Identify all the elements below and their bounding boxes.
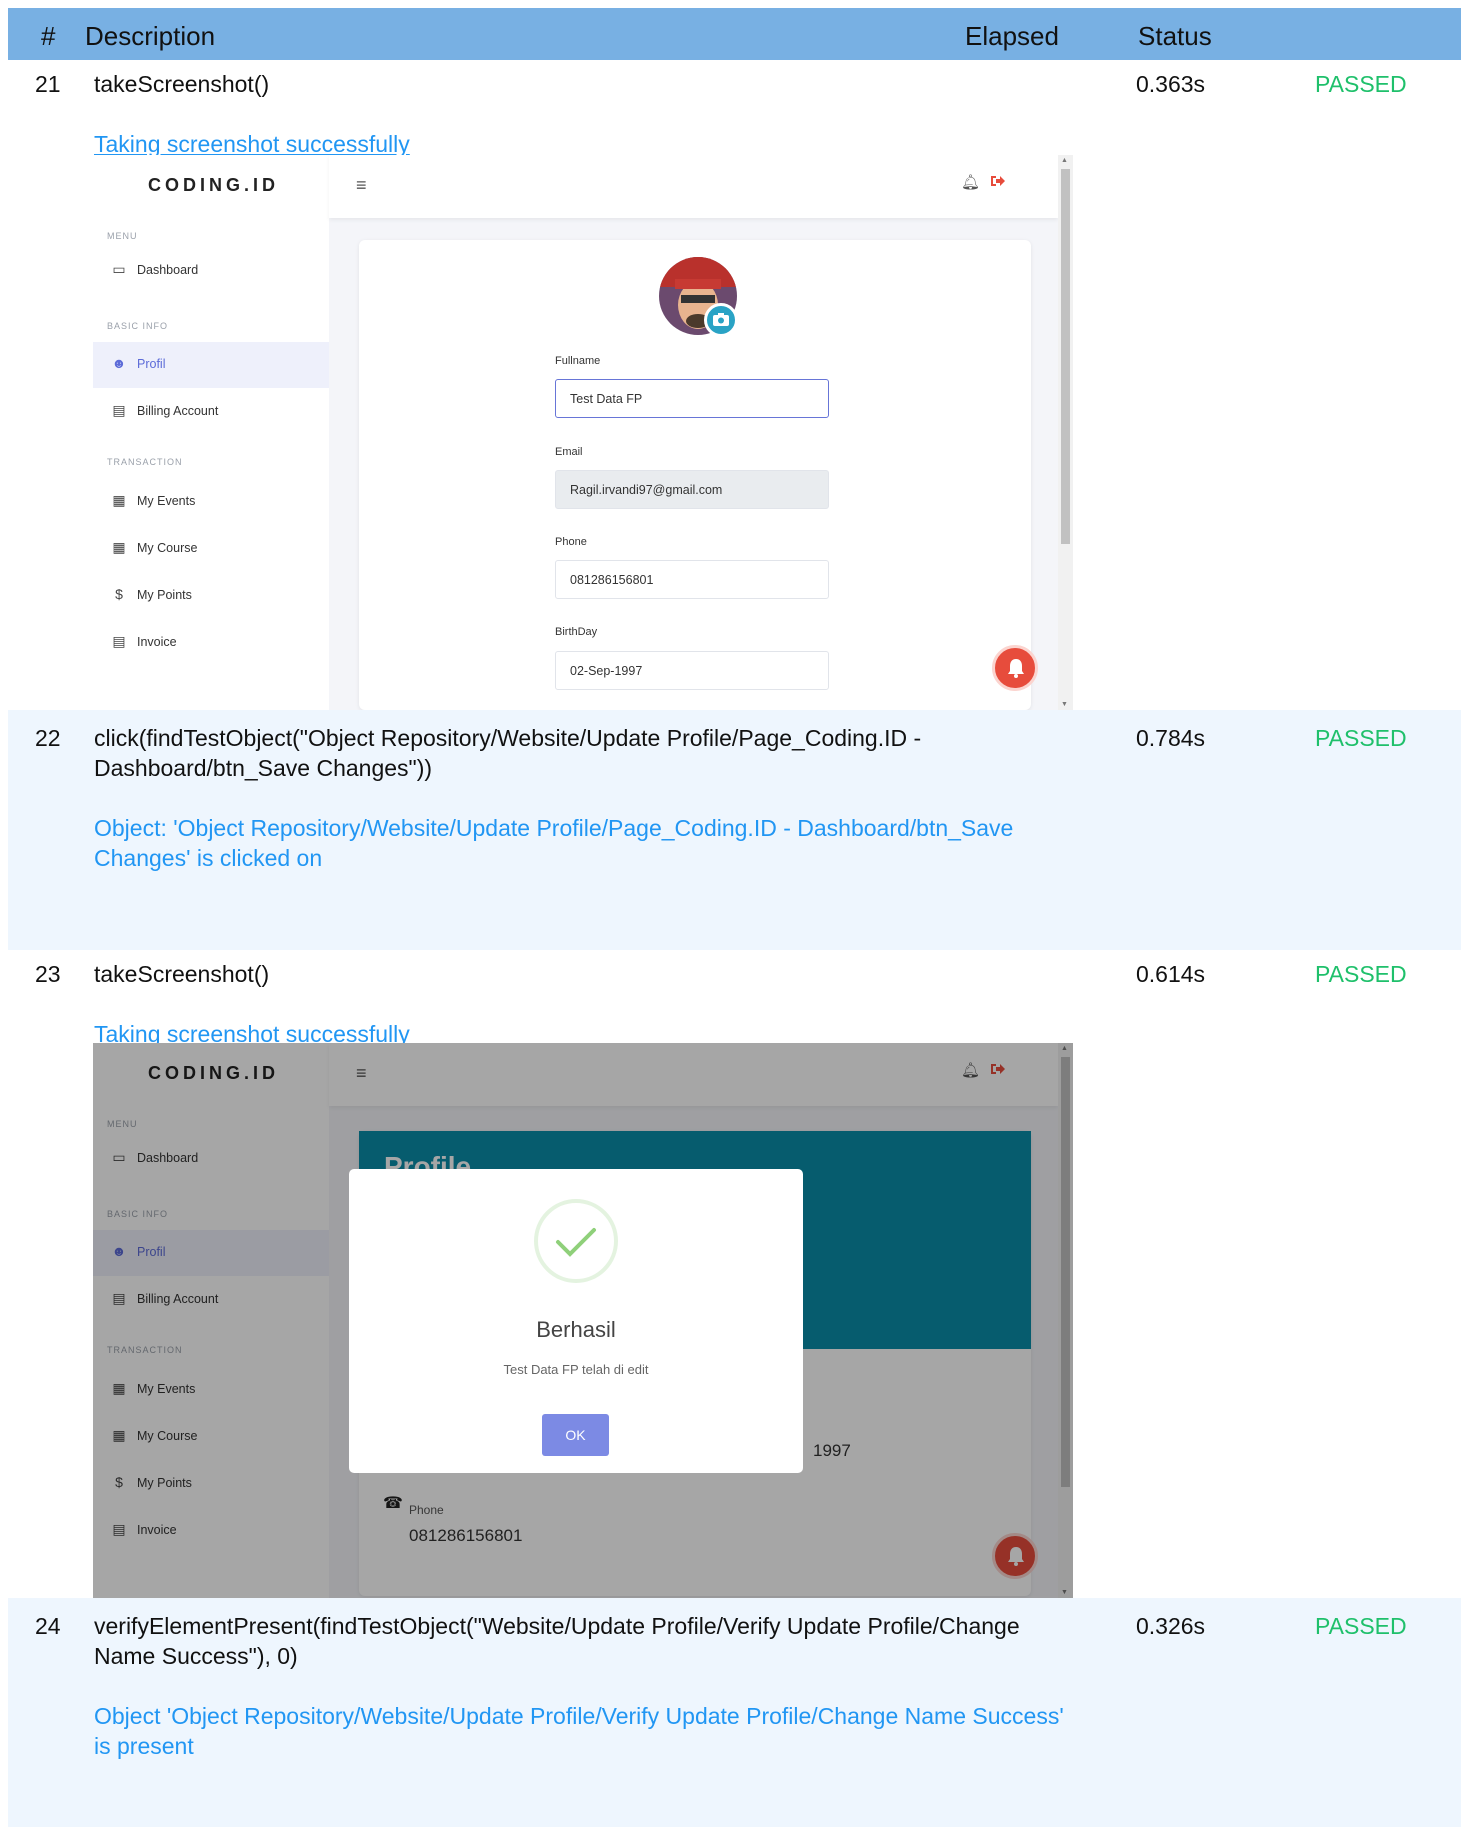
ok-button[interactable]: OK [542,1414,609,1456]
step-number: 23 [35,961,61,987]
step-elapsed: 0.614s [1136,961,1206,987]
change-photo-button[interactable] [704,303,738,337]
success-check-icon [534,1199,618,1283]
logout-icon[interactable] [990,174,1006,188]
bell-icon [1008,659,1024,678]
dollar-icon: $ [115,586,123,602]
modal-message: Test Data FP telah di edit [503,1362,649,1377]
user-icon: ☻ [111,355,127,371]
step-status: PASSED [1315,1613,1407,1639]
app-logo[interactable]: CODING.ID [148,175,279,196]
phone-label: Phone [555,536,587,548]
camera-icon [713,313,729,326]
step-status: PASSED [1315,725,1407,751]
calendar-icon: ▦ [112,539,126,555]
header-num: # [41,21,56,51]
step-description: verifyElementPresent(findTestObject("Web… [94,1613,1020,1669]
header-description: Description [85,21,216,51]
sidebar-item-label: Billing Account [137,404,219,418]
step-elapsed: 0.363s [1136,71,1206,97]
sidebar-item-billing[interactable]: ▤ Billing Account [93,389,329,435]
email-input[interactable]: Ragil.irvandi97@gmail.com [555,470,829,509]
step-row: 24 verifyElementPresent(findTestObject("… [8,1598,1461,1827]
invoice-icon: ▤ [112,633,126,649]
step-description: click(findTestObject("Object Repository/… [94,725,922,781]
menu-toggle-icon[interactable]: ≡ [356,175,367,196]
screenshot-success-modal[interactable]: CODING.ID MENU ▭ Dashboard BASIC INFO ☻ … [93,1043,1073,1598]
fullname-input[interactable]: Test Data FP [555,379,829,418]
sidebar-item-course[interactable]: ▦ My Course [93,526,329,572]
step-description: takeScreenshot() [94,961,270,987]
sidebar-item-events[interactable]: ▦ My Events [93,479,329,525]
sidebar-item-points[interactable]: $ My Points [93,573,329,619]
sidebar-item-label: My Course [137,541,198,555]
sidebar-item-label: Invoice [137,635,177,649]
phone-input[interactable]: 081286156801 [555,560,829,599]
sidebar-item-profil[interactable]: ☻ Profil [93,342,329,388]
step-elapsed: 0.326s [1136,1613,1206,1639]
step-message: Object: 'Object Repository/Website/Updat… [94,815,1014,871]
header-status: Status [1138,21,1212,51]
fullname-label: Fullname [555,355,601,367]
step-elapsed: 0.784s [1136,725,1206,751]
sidebar-item-label: My Points [137,588,192,602]
modal-title: Berhasil [536,1317,616,1342]
sidebar-item-invoice[interactable]: ▤ Invoice [93,620,329,666]
profile-card: Fullname Test Data FP Email Ragil.irvand… [359,240,1031,710]
menu-heading: MENU [107,231,138,241]
sidebar: CODING.ID MENU ▭ Dashboard BASIC INFO ☻ … [93,155,329,710]
alert-bell-button[interactable] [992,645,1038,691]
success-modal: Berhasil Test Data FP telah di edit OK [349,1169,803,1473]
header-elapsed: Elapsed [965,21,1059,51]
transaction-heading: TRANSACTION [107,457,183,467]
step-status: PASSED [1315,961,1407,987]
sidebar-item-dashboard[interactable]: ▭ Dashboard [93,248,329,294]
scroll-down-icon[interactable]: ▼ [1061,701,1068,708]
birthday-input[interactable]: 02-Sep-1997 [555,651,829,690]
step-number: 22 [35,725,61,751]
step-number: 24 [35,1613,61,1639]
basic-info-heading: BASIC INFO [107,321,169,331]
top-bar: ≡ 🔔︎ [329,155,1058,218]
scrollbar[interactable]: ▲ ▼ [1058,155,1073,710]
sidebar-item-label: My Events [137,494,196,508]
scroll-up-icon[interactable]: ▲ [1061,157,1068,164]
sidebar-item-label: Dashboard [137,263,199,277]
monitor-icon: ▭ [112,261,126,277]
notification-bell-icon[interactable]: 🔔︎ [961,173,980,191]
birthday-label: BirthDay [555,626,598,638]
step-status: PASSED [1315,71,1407,97]
screenshot-profile-form[interactable]: CODING.ID MENU ▭ Dashboard BASIC INFO ☻ … [93,155,1073,710]
credit-card-icon: ▤ [112,402,126,418]
step-description: takeScreenshot() [94,71,270,97]
step-message: Object 'Object Repository/Website/Update… [94,1703,1064,1759]
email-label: Email [555,446,583,458]
step-row: 22 click(findTestObject("Object Reposito… [8,710,1461,950]
calendar-icon: ▦ [112,492,126,508]
report-header: # Description Elapsed Status [8,8,1461,60]
sidebar-item-label: Profil [137,357,166,371]
step-number: 21 [35,71,61,97]
scrollbar-thumb[interactable] [1061,169,1070,544]
